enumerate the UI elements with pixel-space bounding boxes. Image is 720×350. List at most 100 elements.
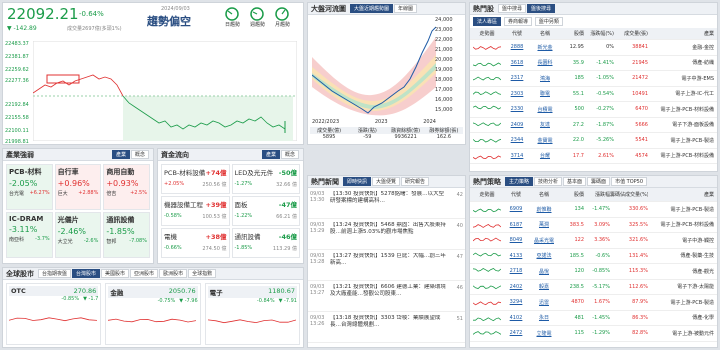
- stock-code[interactable]: 6187: [504, 222, 528, 228]
- stock-name[interactable]: 迅雷: [528, 299, 560, 306]
- stock-name[interactable]: 晶悅: [528, 268, 560, 275]
- tab-intraday-alt[interactable]: 盤中另類: [534, 17, 563, 26]
- news-headline[interactable]: 【13:24 投資快訊】5468 鼎固：出售大股東持股…前週上漲5.03%的觀市…: [330, 222, 447, 246]
- tab-afterhours-search[interactable]: 盤後搜尋: [527, 4, 556, 13]
- stock-name[interactable]: 萬潤: [528, 221, 560, 228]
- stock-code[interactable]: 2330: [504, 106, 530, 112]
- day-trend-button[interactable]: 日趨勢: [225, 7, 240, 28]
- table-row[interactable]: 3714 台耀 17.7 2.61% 4574 電子上游-PCB-材料設備: [470, 149, 717, 164]
- industry-card[interactable]: 商用自動 +0.93% 倍吉 +2.5%: [103, 164, 150, 210]
- intraday-chart[interactable]: [33, 41, 297, 141]
- stock-name[interactable]: 長園科: [530, 59, 560, 66]
- tab-industry[interactable]: 產業: [111, 150, 130, 159]
- table-row[interactable]: 2409 友達 27.2 -1.87% 5666 電子下游-面板設備: [470, 118, 717, 133]
- stock-code[interactable]: 2409: [504, 122, 530, 128]
- stock-code[interactable]: 2317: [504, 75, 530, 81]
- table-row[interactable]: 4102 永日 481 -1.45% 86.3% 傳產-化學: [470, 311, 717, 326]
- table-row[interactable]: 2402 毅嘉 238.5 -5.17% 112.6% 電子下游-太陽能: [470, 280, 717, 295]
- table-row[interactable]: 6909 創惟聯 134 -1.47% 330.6% 電子上游-PCB-製造: [470, 202, 717, 218]
- table-row[interactable]: 4133 亞諾法 185.5 -0.6% 131.4% 傳產-製藥-生技: [470, 249, 717, 264]
- tab-flow-industry[interactable]: 產業: [261, 150, 280, 159]
- stock-name[interactable]: 台耀: [530, 152, 560, 159]
- tab-global-3[interactable]: 亞洲股市: [130, 269, 159, 278]
- tab-strategy-1[interactable]: 技術分析: [534, 177, 563, 186]
- tab-concept[interactable]: 概念: [130, 150, 149, 159]
- news-item[interactable]: 09/03 13:28 【13:27 投資快訊】1539 巨庭：大幅…創三年新高… 4…: [308, 250, 465, 281]
- tab-global-2[interactable]: 美國股市: [101, 269, 130, 278]
- tab-strategy-3[interactable]: 籌碼面: [587, 177, 611, 186]
- table-row[interactable]: 2888 新光金 12.95 0% 38841 金融-金控: [470, 40, 717, 56]
- tab-strategy-0[interactable]: 主力策略: [505, 177, 534, 186]
- stock-name[interactable]: 永日: [528, 314, 560, 321]
- table-row[interactable]: 6187 萬潤 383.5 3.09% 325.5% 電子上游-PCB-材料設備: [470, 218, 717, 233]
- stock-name[interactable]: 立隆電: [528, 330, 560, 337]
- tab-flow-concept[interactable]: 概念: [280, 150, 299, 159]
- stock-name[interactable]: 晶采光電: [528, 237, 560, 244]
- stock-code[interactable]: 8049: [504, 237, 528, 243]
- stock-code[interactable]: 3294: [504, 299, 528, 305]
- stock-name[interactable]: 聯電: [530, 90, 560, 97]
- tab-realtime[interactable]: 即時快訊: [343, 177, 372, 186]
- stock-name[interactable]: 台積電: [530, 106, 560, 113]
- tab-global-5[interactable]: 全球指數: [188, 269, 217, 278]
- news-headline[interactable]: 【13:21 投資快訊】6606 建德工業：建築環境及大廠產能…發觀公司股東…: [330, 284, 447, 308]
- stock-code[interactable]: 3618: [504, 60, 530, 66]
- stock-name[interactable]: 金寶電: [530, 137, 560, 144]
- table-row[interactable]: 3294 迅雷 4870 1.67% 87.9% 電子上游-PCB-製造: [470, 295, 717, 311]
- table-row[interactable]: 2303 聯電 55.1 -0.54% 10491 電子上游-IC-代工: [470, 87, 717, 102]
- tab-global-1[interactable]: 台灣股市: [72, 269, 101, 278]
- stock-code[interactable]: 4102: [504, 315, 528, 321]
- week-trend-button[interactable]: 週趨勢: [250, 7, 265, 28]
- tab-broker-report[interactable]: 券商報導: [503, 17, 532, 26]
- stock-name[interactable]: 毅嘉: [528, 283, 560, 290]
- tab-institutional[interactable]: 法人專區: [473, 17, 502, 26]
- flow-card[interactable]: LED及光元件 -50億 -1.27% 32.66 億: [231, 164, 300, 194]
- table-row[interactable]: 2472 立隆電 115 -1.29% 82.8% 電子上游-被動元件: [470, 326, 717, 342]
- table-row[interactable]: 2330 台積電 500 -0.27% 6470 電子上游-PCB-材料設備: [470, 102, 717, 118]
- stock-name[interactable]: 亞諾法: [528, 252, 560, 259]
- tab-global-4[interactable]: 歐洲股市: [159, 269, 188, 278]
- stock-name[interactable]: 鴻海: [530, 75, 560, 82]
- table-row[interactable]: 8049 晶采光電 122 3.36% 321.6% 電子中游-觸控: [470, 233, 717, 249]
- stock-code[interactable]: 3714: [504, 153, 530, 159]
- industry-card[interactable]: 自行車 +0.96% 巨大 +2.88%: [54, 164, 102, 210]
- stock-name[interactable]: 創惟聯: [528, 206, 560, 213]
- stock-name[interactable]: 新光金: [530, 44, 560, 51]
- table-row[interactable]: 2317 鴻海 185 -1.05% 21472 電子中游-EMS: [470, 71, 717, 87]
- industry-card[interactable]: 通訊設備 -1.85% 智邦 -7.08%: [103, 212, 150, 258]
- month-trend-button[interactable]: 月趨勢: [275, 7, 290, 28]
- flow-card[interactable]: PCB-材料設備 +74億 +2.05% 250.56 億: [161, 164, 230, 194]
- industry-card[interactable]: PCB-材料 -2.05% 台光電 +6.27%: [6, 164, 53, 210]
- flow-card[interactable]: 機器設備工程 +39億 -0.58% 100.53 億: [161, 196, 230, 226]
- stock-code[interactable]: 4133: [504, 253, 528, 259]
- news-headline[interactable]: 【13:30 投資快訊】5278銘曙：發展…以大型研發案標的建構高科…: [330, 191, 447, 215]
- stock-code[interactable]: 2718: [504, 268, 528, 274]
- tab-research[interactable]: 研究報告: [401, 177, 430, 186]
- stock-code[interactable]: 2344: [504, 137, 530, 143]
- flow-card[interactable]: 通訊設備 -46億 -1.85% 113.29 億: [231, 228, 300, 258]
- stock-code[interactable]: 2472: [504, 330, 528, 336]
- tab-global-0[interactable]: 台指期夜盤: [38, 269, 72, 278]
- news-item[interactable]: 09/03 13:29 【13:24 投資快訊】5468 鼎固：出售大股東持股…前週…: [308, 219, 465, 250]
- industry-card[interactable]: IC-DRAM -3.11% 南亞科 -3.7%: [6, 212, 53, 258]
- tab-strategy-2[interactable]: 基本面: [563, 177, 587, 186]
- tab-intraday-search[interactable]: 盤中搜尋: [498, 4, 527, 13]
- market-card[interactable]: 金融 2050.76 -0.75% ▼ -7.96: [105, 283, 201, 345]
- stock-code[interactable]: 2888: [504, 44, 530, 50]
- table-row[interactable]: 3618 長園科 35.9 -1.41% 21945 傳產-紡織: [470, 56, 717, 71]
- news-item[interactable]: 09/03 13:26 【13:18 投資快訊】3303 岱稜：業績展望成長…台灣總…: [308, 312, 465, 343]
- news-item[interactable]: 09/03 13:30 【13:30 投資快訊】5278銘曙：發展…以大型研發案標的…: [308, 188, 465, 219]
- stock-name[interactable]: 友達: [530, 121, 560, 128]
- flow-card[interactable]: 電機 +38億 -0.66% 274.50 億: [161, 228, 230, 258]
- industry-card[interactable]: 光儀片 -2.46% 大立光 -2.6%: [54, 212, 102, 258]
- tab-yearly[interactable]: 年線圖: [394, 4, 418, 13]
- stock-code[interactable]: 2303: [504, 91, 530, 97]
- news-headline[interactable]: 【13:18 投資快訊】3303 岱稜：業績展望成長…台灣總體規劃…: [330, 315, 447, 339]
- tab-market-brief[interactable]: 大盤便覽: [372, 177, 401, 186]
- table-row[interactable]: 2344 金寶電 22.0 -5.26% 5541 電子上游-PCB-製造: [470, 133, 717, 149]
- news-item[interactable]: 09/03 13:27 【13:21 投資快訊】6606 建德工業：建築環境及大廠產…: [308, 281, 465, 312]
- stock-code[interactable]: 2402: [504, 284, 528, 290]
- tab-strategy-4[interactable]: 市值 TOP50: [611, 177, 648, 186]
- news-headline[interactable]: 【13:27 投資快訊】1539 巨庭：大幅…創三年新高…: [330, 253, 447, 277]
- table-row[interactable]: 2718 晶悅 120 -0.85% 115.3% 傳產-觀光: [470, 264, 717, 280]
